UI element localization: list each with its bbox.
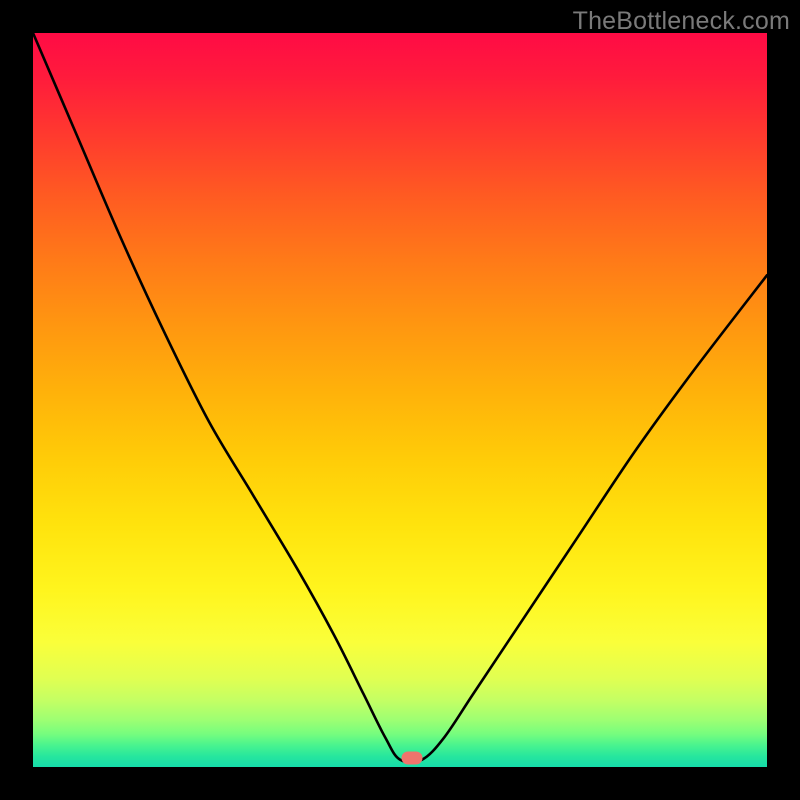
watermark-text: TheBottleneck.com — [573, 7, 790, 36]
chart-frame: TheBottleneck.com — [0, 0, 800, 800]
plot-area — [33, 33, 767, 767]
optimal-point-marker — [401, 752, 422, 765]
bottleneck-curve — [33, 33, 767, 767]
